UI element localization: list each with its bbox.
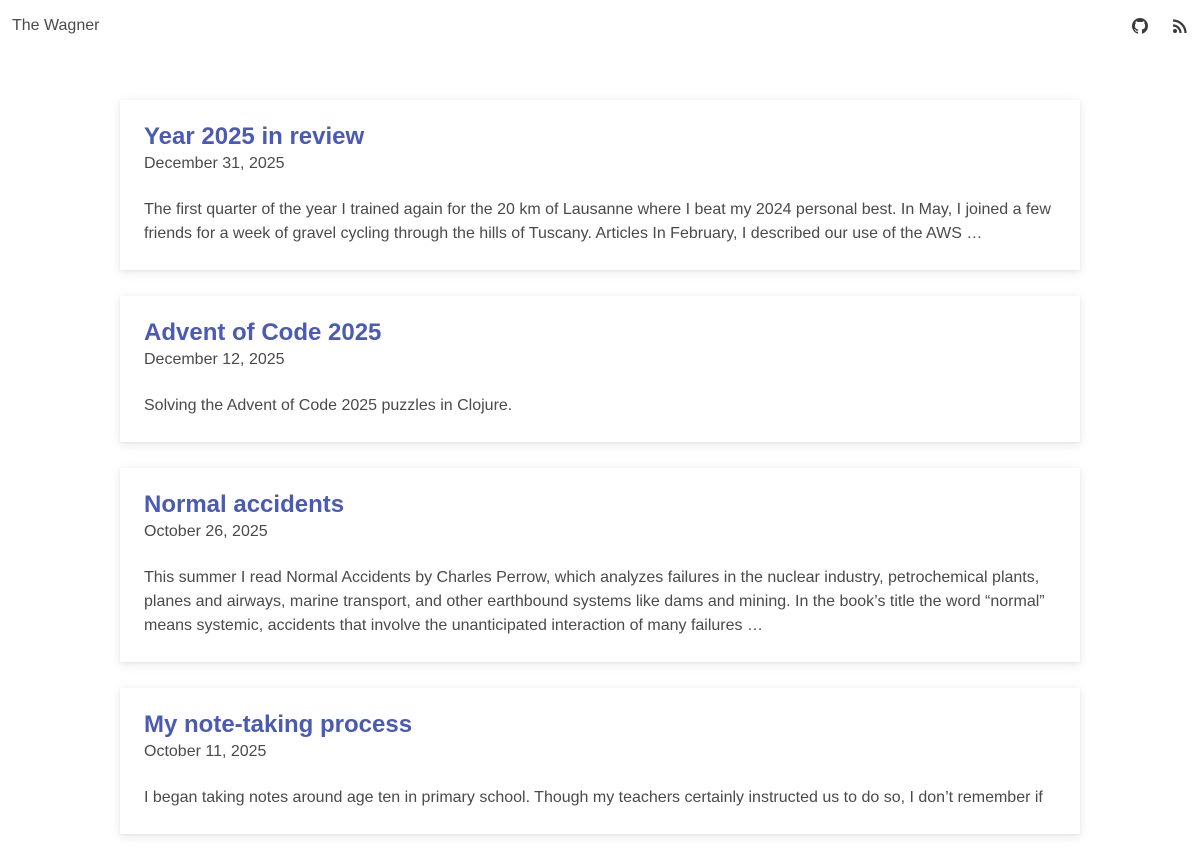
post-title-link[interactable]: My note-taking process bbox=[144, 710, 1056, 740]
post-date: December 31, 2025 bbox=[144, 155, 285, 172]
post-card: Year 2025 in review December 31, 2025 Th… bbox=[120, 100, 1080, 270]
post-excerpt: Solving the Advent of Code 2025 puzzles … bbox=[144, 397, 513, 414]
post-title-link[interactable]: Advent of Code 2025 bbox=[144, 318, 1056, 348]
rss-icon[interactable] bbox=[1172, 18, 1188, 34]
post-date: December 12, 2025 bbox=[144, 351, 285, 368]
post-card: Advent of Code 2025 December 12, 2025 So… bbox=[120, 296, 1080, 442]
site-title-link[interactable]: The Wagner bbox=[12, 16, 99, 36]
post-excerpt: This summer I read Normal Accidents by C… bbox=[144, 569, 1045, 634]
post-title-link[interactable]: Normal accidents bbox=[144, 490, 1056, 520]
post-date: October 26, 2025 bbox=[144, 523, 268, 540]
post-card: My note-taking process October 11, 2025 … bbox=[120, 688, 1080, 834]
post-card: Normal accidents October 26, 2025 This s… bbox=[120, 468, 1080, 662]
post-excerpt: The first quarter of the year I trained … bbox=[144, 201, 1051, 242]
github-icon[interactable] bbox=[1132, 18, 1148, 34]
top-bar: The Wagner bbox=[0, 0, 1200, 52]
post-list: Year 2025 in review December 31, 2025 Th… bbox=[120, 100, 1080, 860]
post-date: October 11, 2025 bbox=[144, 743, 267, 760]
post-title-link[interactable]: Year 2025 in review bbox=[144, 122, 1056, 152]
post-excerpt: I began taking notes around age ten in p… bbox=[144, 789, 1043, 806]
